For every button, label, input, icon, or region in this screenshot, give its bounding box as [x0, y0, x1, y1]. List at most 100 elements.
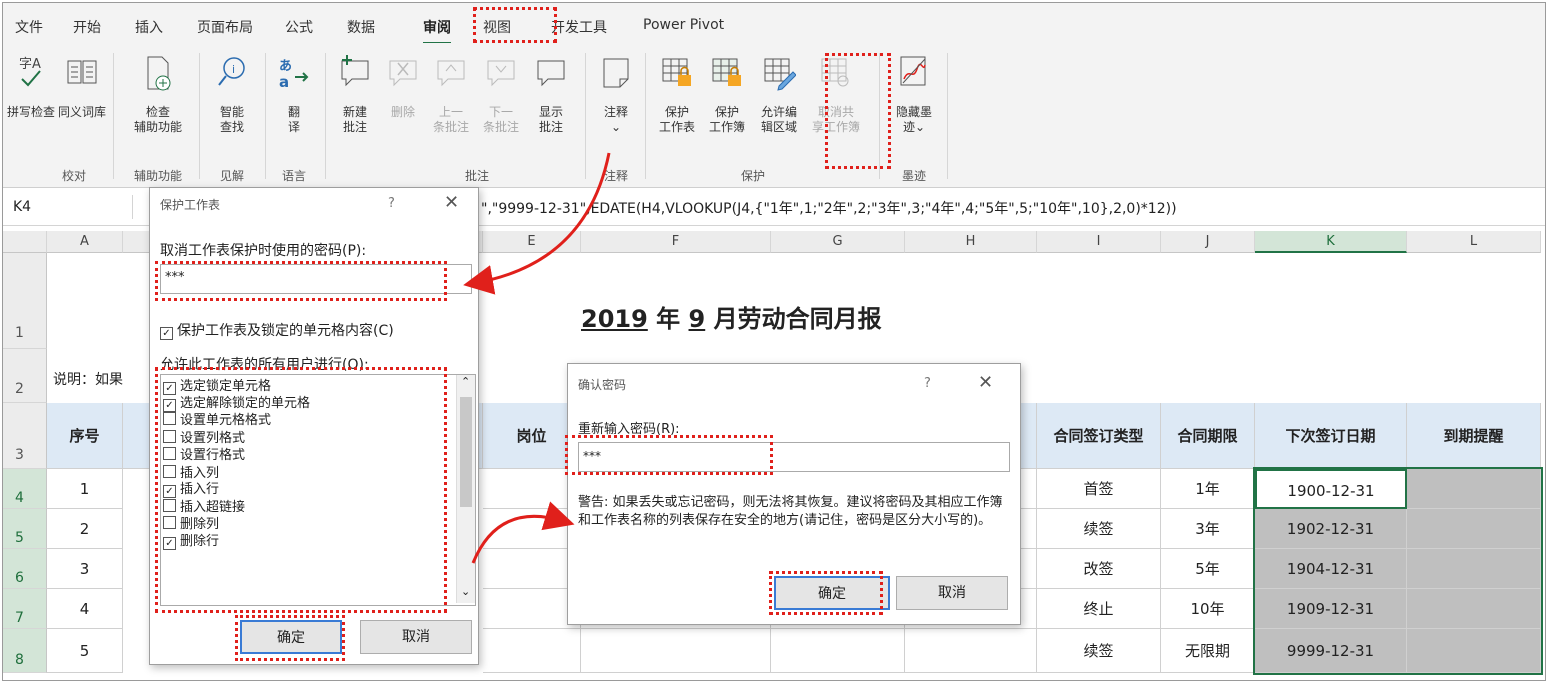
tab-data[interactable]: 数据: [347, 17, 375, 37]
name-box[interactable]: K4: [3, 195, 133, 219]
column-header-a[interactable]: A: [47, 231, 123, 253]
cell-seq[interactable]: 5: [47, 629, 123, 673]
previous-comment-button[interactable]: 上一 条批注: [427, 53, 475, 135]
cell-next-date[interactable]: 1909-12-31: [1255, 589, 1407, 629]
select-all-corner[interactable]: [3, 231, 47, 253]
delete-comment-button[interactable]: 删除: [381, 53, 425, 120]
cell-next-date[interactable]: 1902-12-31: [1255, 509, 1407, 549]
column-header-k[interactable]: K: [1255, 231, 1407, 253]
header-reminder[interactable]: 到期提醒: [1407, 403, 1541, 469]
scrollbar[interactable]: ⌃ ⌄: [456, 375, 475, 603]
cell-term[interactable]: 10年: [1161, 589, 1255, 629]
column-header-e[interactable]: E: [483, 231, 581, 253]
svg-text:a: a: [279, 73, 289, 91]
cell-reminder[interactable]: [1407, 509, 1541, 549]
notes-button[interactable]: 注释 ⌄: [593, 53, 639, 135]
cell-seq[interactable]: 2: [47, 509, 123, 549]
group-label-proofing: 校对: [61, 169, 86, 183]
cell-next-date[interactable]: 9999-12-31: [1255, 629, 1407, 673]
close-icon[interactable]: ✕: [444, 192, 459, 213]
show-comments-button[interactable]: 显示 批注: [527, 53, 575, 135]
cell-sign-type[interactable]: 改签: [1037, 549, 1161, 589]
protect-sheet-button[interactable]: 保护 工作表: [653, 53, 701, 135]
cell-h[interactable]: [905, 629, 1037, 673]
cancel-button[interactable]: 取消: [896, 576, 1008, 610]
cell-seq[interactable]: 3: [47, 549, 123, 589]
formula-input[interactable]: ","9999-12-31",EDATE(H4,VLOOKUP(J4,{"1年"…: [481, 198, 1177, 218]
cell-term[interactable]: 5年: [1161, 549, 1255, 589]
header-term[interactable]: 合同期限: [1161, 403, 1255, 469]
hide-ink-button[interactable]: 隐藏墨 迹⌄: [887, 53, 941, 135]
tab-file[interactable]: 文件: [15, 17, 43, 37]
cell-next-date[interactable]: 1904-12-31: [1255, 549, 1407, 589]
column-header-g[interactable]: G: [771, 231, 905, 253]
new-comment-icon: [341, 55, 369, 87]
protect-sheet-label-2: 工作表: [658, 120, 695, 134]
header-sign-type[interactable]: 合同签订类型: [1037, 403, 1161, 469]
protect-workbook-button[interactable]: 保护 工作簿: [703, 53, 751, 135]
row-header-3[interactable]: 3: [3, 403, 47, 469]
cell-reminder[interactable]: [1407, 629, 1541, 673]
column-header-i[interactable]: I: [1037, 231, 1161, 253]
protect-contents-checkbox[interactable]: ✓ 保护工作表及锁定的单元格内容(C): [160, 320, 394, 340]
row-header-4[interactable]: 4: [3, 469, 47, 509]
column-header-j[interactable]: J: [1161, 231, 1255, 253]
cell-g[interactable]: [771, 629, 905, 673]
header-seq[interactable]: 序号: [47, 403, 123, 469]
tab-power-pivot[interactable]: Power Pivot: [643, 17, 724, 33]
spell-check-label: 拼写检查: [7, 105, 56, 119]
close-icon[interactable]: ✕: [978, 372, 993, 393]
allow-edit-ranges-button[interactable]: 允许编 辑区域: [753, 53, 805, 135]
cell-sign-type[interactable]: 终止: [1037, 589, 1161, 629]
tab-developer[interactable]: 开发工具: [551, 17, 607, 37]
column-header-h[interactable]: H: [905, 231, 1037, 253]
cell-term[interactable]: 无限期: [1161, 629, 1255, 673]
translate-button[interactable]: あa 翻 译: [271, 53, 317, 135]
cell-sign-type[interactable]: 续签: [1037, 509, 1161, 549]
tab-page-layout[interactable]: 页面布局: [197, 17, 253, 37]
cell-seq[interactable]: 1: [47, 469, 123, 509]
row-header-8[interactable]: 8: [3, 629, 47, 673]
thesaurus-label: 同义词库: [57, 105, 106, 119]
protect-workbook-label-1: 保护: [714, 105, 739, 119]
help-icon[interactable]: ?: [388, 196, 395, 211]
next-comment-button[interactable]: 下一 条批注: [477, 53, 525, 135]
cell-f[interactable]: [581, 629, 771, 673]
group-separator: [645, 53, 646, 179]
header-next-date[interactable]: 下次签订日期: [1255, 403, 1407, 469]
tab-review[interactable]: 审阅: [423, 17, 451, 44]
thesaurus-button[interactable]: 同义词库: [57, 53, 107, 120]
cell-term[interactable]: 1年: [1161, 469, 1255, 509]
new-comment-button[interactable]: 新建 批注: [331, 53, 379, 135]
smart-lookup-button[interactable]: i 智能 查找: [207, 53, 257, 135]
row-header-1[interactable]: 1: [3, 253, 47, 349]
column-header-f[interactable]: F: [581, 231, 771, 253]
tab-formulas[interactable]: 公式: [285, 17, 313, 37]
row-header-2[interactable]: 2: [3, 349, 47, 403]
column-header-l[interactable]: L: [1407, 231, 1541, 253]
row-header-6[interactable]: 6: [3, 549, 47, 589]
cell-reminder[interactable]: [1407, 589, 1541, 629]
chevron-down-icon[interactable]: ⌄: [461, 585, 470, 598]
help-icon[interactable]: ?: [924, 376, 931, 391]
cell-reminder[interactable]: [1407, 549, 1541, 589]
cell-sign-type[interactable]: 首签: [1037, 469, 1161, 509]
cell-next-date[interactable]: 1900-12-31: [1255, 469, 1407, 509]
tab-home[interactable]: 开始: [73, 17, 101, 37]
spell-check-icon: 字A: [19, 57, 41, 87]
group-label-protect: 保护: [740, 169, 765, 183]
cell-reminder[interactable]: [1407, 469, 1541, 509]
spell-check-button[interactable]: 字A 拼写检查: [7, 53, 55, 120]
cell-sign-type[interactable]: 续签: [1037, 629, 1161, 673]
chevron-up-icon[interactable]: ⌃: [461, 375, 470, 388]
tab-insert[interactable]: 插入: [135, 17, 163, 37]
cell-post[interactable]: [483, 629, 581, 673]
cancel-button[interactable]: 取消: [360, 620, 472, 654]
cell-term[interactable]: 3年: [1161, 509, 1255, 549]
check-accessibility-button[interactable]: 检查 辅助功能: [127, 53, 189, 135]
scrollbar-thumb[interactable]: [460, 397, 472, 507]
row-header-5[interactable]: 5: [3, 509, 47, 549]
row-header-7[interactable]: 7: [3, 589, 47, 629]
checkbox[interactable]: ✓: [160, 327, 173, 340]
cell-seq[interactable]: 4: [47, 589, 123, 629]
